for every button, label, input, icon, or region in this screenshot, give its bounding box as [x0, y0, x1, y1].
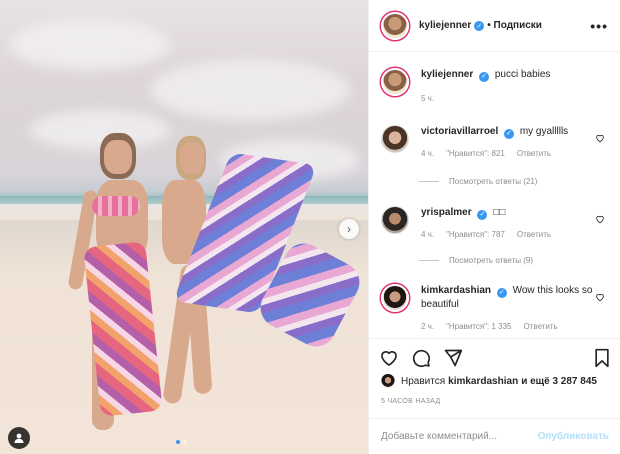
- comments-list: kyliejenner ✓ pucci babies 5 ч. victoria…: [369, 53, 620, 338]
- user-tag-button[interactable]: [8, 427, 30, 449]
- add-comment-bar: Опубликовать: [369, 418, 620, 454]
- view-replies-button[interactable]: Посмотреть ответы (21): [419, 177, 537, 186]
- comment-row: yrispalmer ✓ □□ 4 ч. "Нравится": 787 Отв…: [381, 206, 609, 242]
- verified-badge-icon: ✓: [477, 210, 488, 220]
- comment-row: victoriavillarroel ✓ my gyallllls 4 ч. "…: [381, 125, 609, 161]
- view-replies-label: Посмотреть ответы (21): [449, 177, 538, 186]
- verified-badge-icon: ✓: [496, 288, 507, 298]
- share-icon[interactable]: [443, 348, 463, 368]
- comment-text: my gyallllls: [519, 126, 569, 137]
- post-timestamp[interactable]: 5 ЧАСОВ НАЗАД: [381, 398, 440, 405]
- post-header: kyliejenner ✓ • Подписки •••: [369, 0, 620, 52]
- carousel-indicator: [176, 440, 187, 444]
- comment-row: kimkardashian ✓ Wow this looks so beauti…: [381, 284, 609, 334]
- author-avatar[interactable]: [381, 11, 409, 40]
- caption-text: pucci babies: [494, 69, 551, 80]
- caption-row: kyliejenner ✓ pucci babies 5 ч.: [381, 68, 609, 106]
- caption-time[interactable]: 5 ч.: [421, 92, 434, 106]
- commenter-username[interactable]: kimkardashian: [421, 285, 491, 296]
- comment-likes-count[interactable]: "Нравится": 1 335: [446, 320, 511, 334]
- verified-badge-icon: ✓: [474, 20, 485, 31]
- verified-badge-icon: ✓: [479, 72, 490, 82]
- comment-icon[interactable]: [411, 348, 431, 368]
- view-replies-button[interactable]: Посмотреть ответы (9): [419, 256, 533, 265]
- view-replies-label: Посмотреть ответы (9): [449, 256, 534, 265]
- comment-likes-count[interactable]: "Нравится": 821: [446, 147, 505, 161]
- comment-time[interactable]: 2 ч.: [421, 320, 434, 334]
- likes-summary: Нравится kimkardashian и ещё 3 287 845: [381, 374, 597, 388]
- carousel-dot: [183, 440, 187, 444]
- reply-button[interactable]: Ответить: [517, 147, 551, 161]
- heart-icon[interactable]: [595, 133, 605, 143]
- comment-time[interactable]: 4 ч.: [421, 147, 434, 161]
- comment-text: □□: [493, 207, 506, 218]
- post-actions-bar: [369, 338, 620, 376]
- comment-input[interactable]: [381, 431, 538, 442]
- heart-icon[interactable]: [595, 292, 605, 302]
- carousel-dot: [176, 440, 180, 444]
- follow-status-button[interactable]: • Подписки: [487, 20, 542, 31]
- heart-icon[interactable]: [595, 214, 605, 224]
- post-photo[interactable]: ›: [0, 0, 368, 454]
- commenter-avatar[interactable]: [381, 284, 409, 312]
- likes-prefix: Нравится: [401, 375, 446, 387]
- carousel-next-button[interactable]: ›: [339, 219, 359, 239]
- author-username[interactable]: kyliejenner: [419, 20, 471, 31]
- more-options-icon[interactable]: •••: [590, 18, 608, 34]
- user-tag-icon: [14, 433, 24, 443]
- bookmark-icon[interactable]: [593, 348, 611, 368]
- liker-avatar[interactable]: [381, 374, 395, 388]
- reply-button[interactable]: Ответить: [524, 320, 558, 334]
- comment-time[interactable]: 4 ч.: [421, 228, 434, 242]
- heart-icon[interactable]: [379, 348, 399, 368]
- commenter-username[interactable]: victoriavillarroel: [421, 126, 498, 137]
- liker-username[interactable]: kimkardashian: [448, 376, 518, 387]
- post-side-panel: kyliejenner ✓ • Подписки ••• kyliejenner…: [368, 0, 620, 454]
- reply-button[interactable]: Ответить: [517, 228, 551, 242]
- commenter-avatar[interactable]: [381, 206, 409, 234]
- publish-button[interactable]: Опубликовать: [538, 431, 609, 442]
- likes-count[interactable]: и ещё 3 287 845: [521, 376, 597, 387]
- comment-likes-count[interactable]: "Нравится": 787: [446, 228, 505, 242]
- commenter-username[interactable]: yrispalmer: [421, 207, 472, 218]
- commenter-avatar[interactable]: [381, 125, 409, 153]
- caption-username[interactable]: kyliejenner: [421, 69, 473, 80]
- verified-badge-icon: ✓: [504, 129, 515, 139]
- caption-avatar[interactable]: [381, 68, 409, 96]
- chevron-right-icon: ›: [347, 222, 351, 236]
